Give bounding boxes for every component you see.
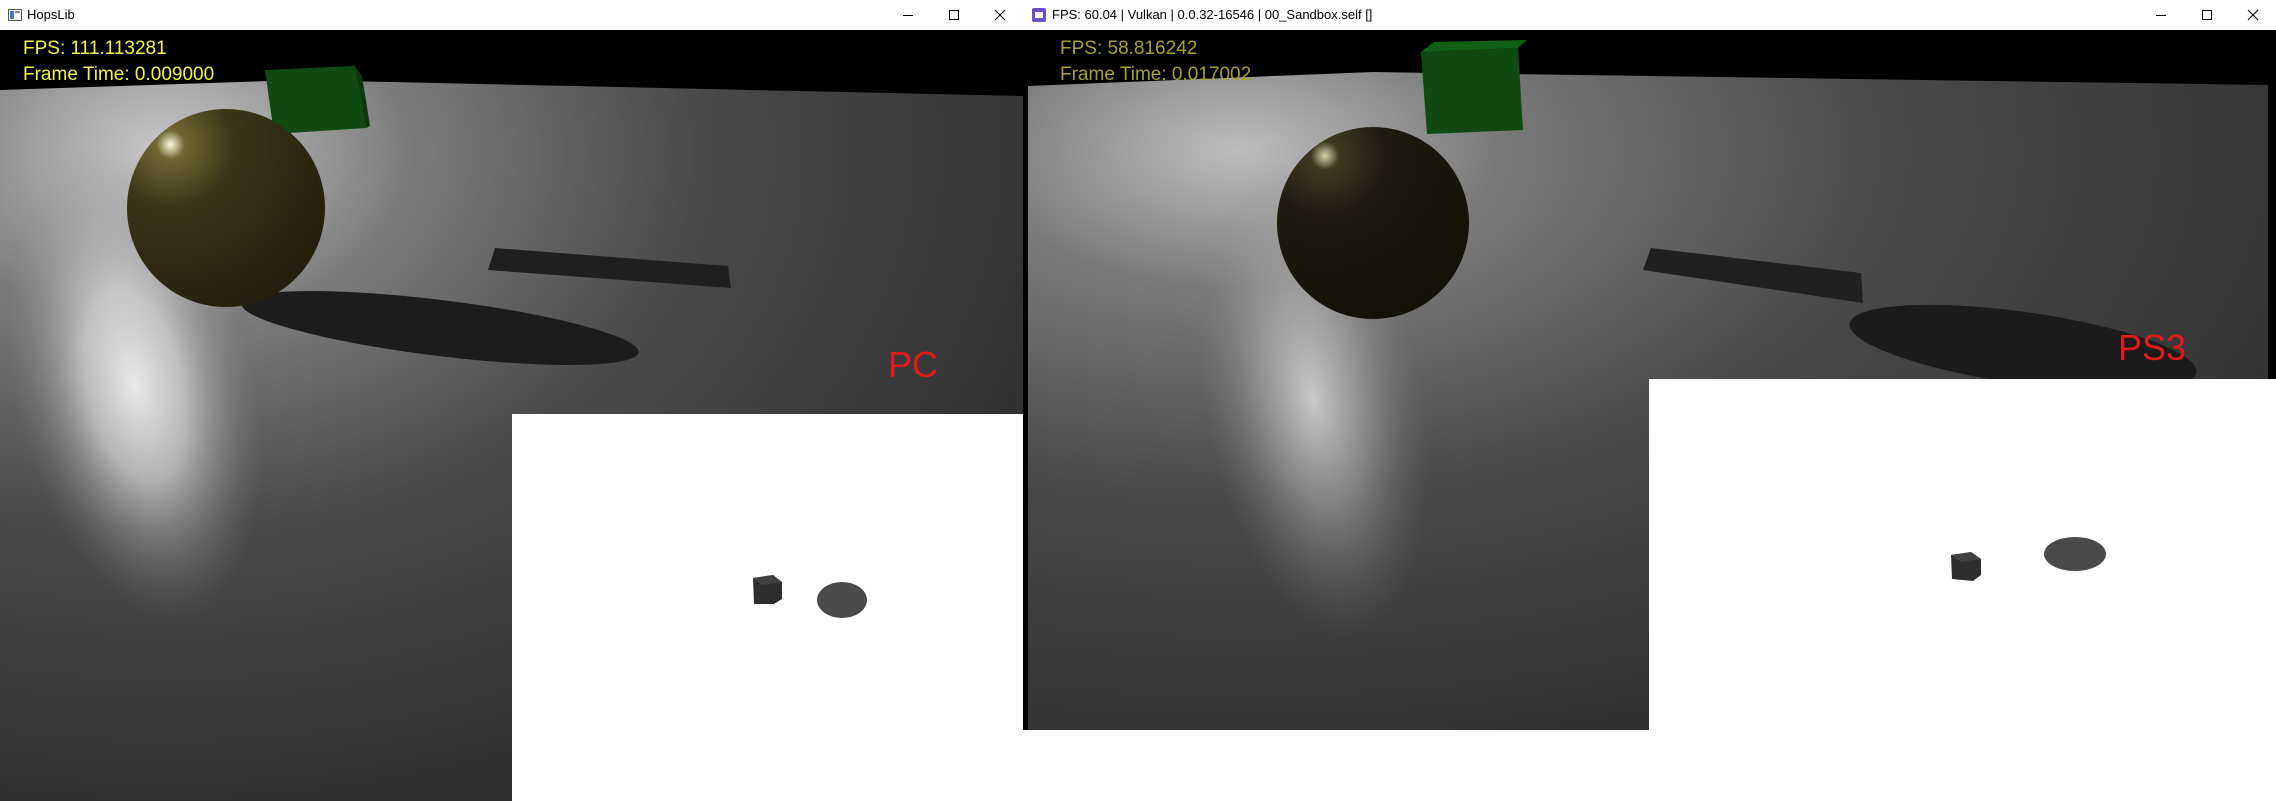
right-inset-view [1649,379,2276,730]
fps-readout: FPS: 111.113281 [23,38,167,59]
left-inset-view [512,414,1023,801]
right-window: FPS: 60.04 | Vulkan | 0.0.32-16546 | 00_… [1023,0,2276,801]
right-titlebar[interactable]: FPS: 60.04 | Vulkan | 0.0.32-16546 | 00_… [1023,0,2276,30]
left-green-cube [265,66,370,134]
inset-disc [817,582,867,618]
right-window-title: FPS: 60.04 | Vulkan | 0.0.32-16546 | 00_… [1052,7,1373,22]
left-inset-scene [753,575,867,618]
left-window: HopsLib FPS: 111.113281 Frame Time: 0.00… [0,0,1023,801]
left-hud: FPS: 111.113281 Frame Time: 0.009000 [23,36,214,88]
left-window-title: HopsLib [27,7,75,22]
right-green-cube [1421,40,1527,134]
platform-label-pc: PC [888,344,939,385]
frame-time-readout: Frame Time: 0.009000 [23,64,215,85]
platform-label-ps3: PS3 [2118,327,2187,368]
left-render-viewport[interactable]: FPS: 111.113281 Frame Time: 0.009000 PC [0,30,1023,801]
right-render-viewport[interactable]: FPS: 58.816242 Frame Time: 0.017002 PS3 [1023,30,2276,730]
inset-disc [2044,537,2106,571]
right-window-controls [2138,0,2276,30]
right-hud: FPS: 58.816242 Frame Time: 0.017002 [1060,36,1251,88]
maximize-icon[interactable] [2184,0,2230,30]
close-icon[interactable] [2230,0,2276,30]
rpcs3-app-icon [1032,8,1046,22]
minimize-icon[interactable] [885,0,931,30]
left-window-controls [885,0,1023,30]
left-sphere [127,109,325,307]
maximize-icon[interactable] [931,0,977,30]
minimize-icon[interactable] [2138,0,2184,30]
right-sphere [1277,127,1469,319]
hopslib-app-icon [8,8,22,22]
right-inset-scene [1951,537,2106,581]
fps-readout: FPS: 58.816242 [1060,38,1198,59]
close-icon[interactable] [977,0,1023,30]
frame-time-readout: Frame Time: 0.017002 [1060,64,1252,85]
left-titlebar[interactable]: HopsLib [0,0,1023,30]
